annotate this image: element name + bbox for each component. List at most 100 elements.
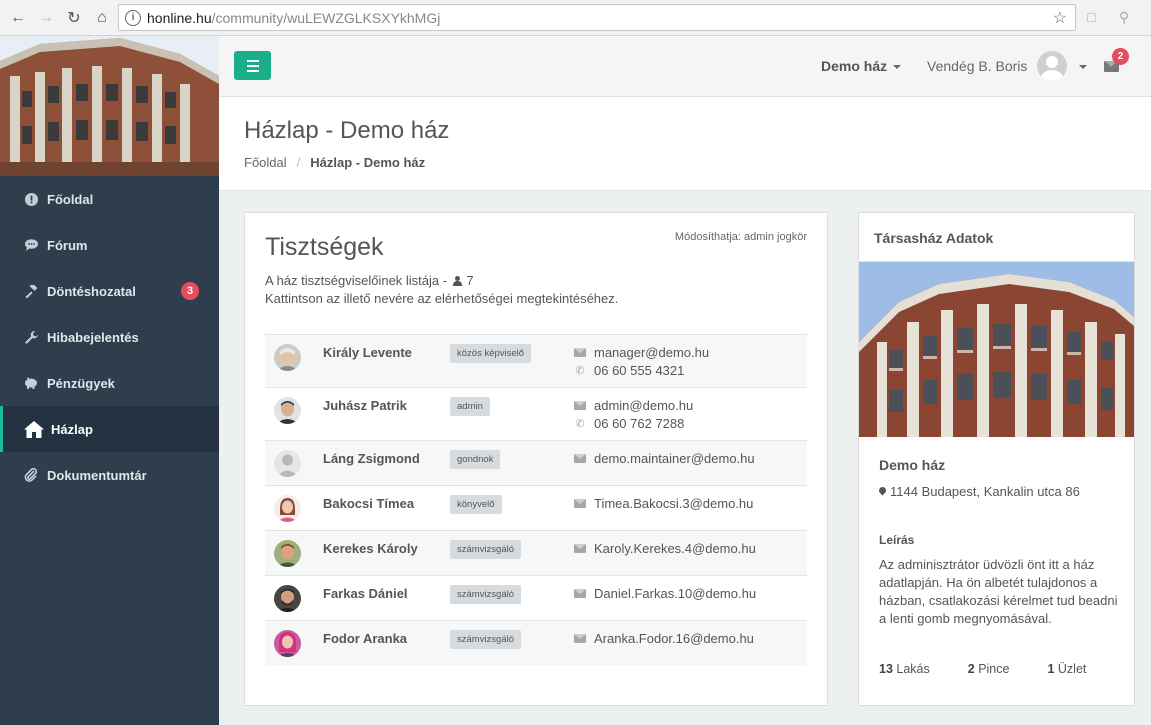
user-name[interactable]: Vendég B. Boris [927, 58, 1027, 74]
officers-title: Tisztségek [265, 233, 384, 261]
avatar [274, 540, 301, 567]
stat-label: Pince [978, 662, 1010, 676]
address-bar[interactable]: i honline.hu /community/wuLEWZGLKSXYkhMG… [118, 4, 1076, 31]
sidebar-item-fooldal[interactable]: Főoldal [0, 176, 219, 222]
house-dropdown[interactable]: Demo ház [821, 58, 902, 74]
officer-email[interactable]: Timea.Bakocsi.3@demo.hu [594, 496, 753, 511]
breadcrumb-home-link[interactable]: Főoldal [244, 155, 287, 170]
officer-email[interactable]: Aranka.Fodor.16@demo.hu [594, 631, 754, 646]
role-badge: számvizsgáló [450, 585, 522, 604]
sidebar-item-dokumentumtar[interactable]: Dokumentumtár [0, 452, 219, 498]
officer-contact: Daniel.Farkas.10@demo.hu [574, 584, 756, 602]
sidebar-item-label: Döntéshozatal [47, 283, 136, 299]
extension-icon[interactable]: □ [1087, 9, 1105, 27]
building-photo [0, 36, 219, 176]
house-photo [859, 262, 1134, 437]
house-name: Demo ház [879, 457, 946, 473]
breadcrumb: Főoldal / Házlap - Demo ház [244, 155, 425, 170]
sidebar-item-hazlap[interactable]: Házlap [0, 406, 219, 452]
sidebar-item-donteshozatal[interactable]: Döntéshozatal 3 [0, 268, 219, 314]
top-navbar: Demo ház Vendég B. Boris 2 [219, 36, 1151, 97]
officer-email[interactable]: demo.maintainer@demo.hu [594, 451, 755, 466]
house-address-text: 1144 Budapest, Kankalin utca 86 [890, 484, 1080, 499]
reload-icon[interactable]: ↻ [62, 6, 86, 30]
description-text: Az adminisztrátor üdvözli önt itt a ház … [879, 557, 1118, 626]
paperclip-icon [24, 468, 38, 482]
stat-label: Üzlet [1057, 662, 1087, 676]
mail-count-badge: 2 [1112, 48, 1129, 65]
sidebar-item-penzugyek[interactable]: Pénzügyek [0, 360, 219, 406]
officer-name[interactable]: Farkas Dániel [323, 586, 408, 601]
role-badge: számvizsgáló [450, 630, 522, 649]
sidebar-item-label: Főoldal [47, 191, 94, 207]
table-row[interactable]: Kerekes Károly számvizsgáló Karoly.Kerek… [265, 530, 807, 575]
officer-name[interactable]: Fodor Aranka [323, 631, 407, 646]
officers-description-prefix: A ház tisztségviselőinek listája - [265, 273, 448, 288]
url-host: honline.hu [147, 9, 212, 26]
sidebar: Főoldal Fórum Döntéshozatal 3 Hibabejele… [0, 36, 219, 725]
officer-email[interactable]: Daniel.Farkas.10@demo.hu [594, 586, 756, 601]
role-badge: gondnok [450, 450, 501, 469]
table-row[interactable]: Király Levente közös képviselő manager@d… [265, 334, 807, 387]
envelope-icon [574, 347, 586, 357]
officers-count: 7 [466, 273, 474, 288]
sidebar-item-label: Hibabejelentés [47, 329, 139, 345]
bookmark-star-icon[interactable]: ☆ [1053, 8, 1067, 28]
table-row[interactable]: Láng Zsigmond gondnok demo.maintainer@de… [265, 440, 807, 485]
officer-email[interactable]: Karoly.Kerekes.4@demo.hu [594, 541, 756, 556]
hamburger-menu-button[interactable] [234, 51, 271, 80]
officer-name[interactable]: Juhász Patrik [323, 398, 407, 413]
sidebar-item-forum[interactable]: Fórum [0, 222, 219, 268]
phone-icon: ✆ [575, 364, 585, 377]
unit-stats: 13 Lakás 2 Pince 1 Üzlet [879, 662, 1124, 676]
wrench-icon [24, 330, 38, 344]
officer-phone[interactable]: 06 60 762 7288 [594, 416, 684, 431]
table-row[interactable]: Fodor Aranka számvizsgáló Aranka.Fodor.1… [265, 620, 807, 665]
officer-email[interactable]: manager@demo.hu [594, 345, 709, 360]
table-row[interactable]: Farkas Dániel számvizsgáló Daniel.Farkas… [265, 575, 807, 620]
sidebar-item-label: Fórum [47, 237, 88, 253]
officer-email[interactable]: admin@demo.hu [594, 398, 693, 413]
home-icon [24, 420, 44, 438]
role-badge: közös képviselő [450, 344, 532, 363]
description-label: Leírás [879, 533, 915, 547]
forward-icon[interactable]: → [34, 6, 58, 30]
avatar [274, 450, 301, 477]
officers-description: A ház tisztségviselőinek listája - 7 [265, 273, 474, 288]
page-title: Házlap - Demo ház [244, 117, 450, 144]
officers-card: Tisztségek Módosíthatja: admin jogkör A … [244, 212, 828, 706]
table-row[interactable]: Juhász Patrik admin admin@demo.hu ✆ 06 60… [265, 387, 807, 440]
home-browser-icon[interactable]: ⌂ [90, 6, 114, 30]
gavel-icon [24, 284, 38, 298]
house-info-header: Társasház Adatok [859, 213, 1134, 262]
breadcrumb-current: Házlap - Demo ház [310, 155, 426, 170]
menu-bar [246, 69, 259, 72]
officer-name[interactable]: Király Levente [323, 345, 412, 360]
sidebar-item-hibabejelentes[interactable]: Hibabejelentés [0, 314, 219, 360]
house-info-card: Társasház Adatok Demo ház 1144 Budapest,… [858, 212, 1135, 706]
avatar [274, 344, 301, 371]
officer-contact: Timea.Bakocsi.3@demo.hu [574, 494, 753, 512]
avatar [274, 630, 301, 657]
zoom-icon[interactable]: ⚲ [1119, 9, 1137, 27]
officer-name[interactable]: Láng Zsigmond [323, 451, 420, 466]
info-icon[interactable]: i [125, 9, 141, 26]
user-avatar[interactable] [1037, 51, 1067, 81]
piggy-bank-icon [24, 376, 38, 390]
back-icon[interactable]: ← [6, 6, 30, 30]
table-row[interactable]: Bakocsi Tímea könyvelő Timea.Bakocsi.3@d… [265, 485, 807, 530]
url-path: /community/wuLEWZGLKSXYkhMGj [211, 9, 441, 26]
role-badge: számvizsgáló [450, 540, 522, 559]
officer-name[interactable]: Kerekes Károly [323, 541, 418, 556]
officer-phone[interactable]: 06 60 555 4321 [594, 363, 684, 378]
chevron-down-icon[interactable] [1079, 65, 1087, 69]
role-badge: admin [450, 397, 490, 416]
sidebar-item-label: Dokumentumtár [47, 467, 147, 483]
sidebar-item-label: Házlap [51, 421, 93, 437]
stat-flats: 13 Lakás [879, 662, 930, 676]
menu-bar [246, 59, 259, 62]
officer-name[interactable]: Bakocsi Tímea [323, 496, 414, 511]
sidebar-item-label: Pénzügyek [47, 375, 115, 391]
phone-icon: ✆ [575, 417, 585, 430]
map-marker-icon [879, 487, 886, 497]
